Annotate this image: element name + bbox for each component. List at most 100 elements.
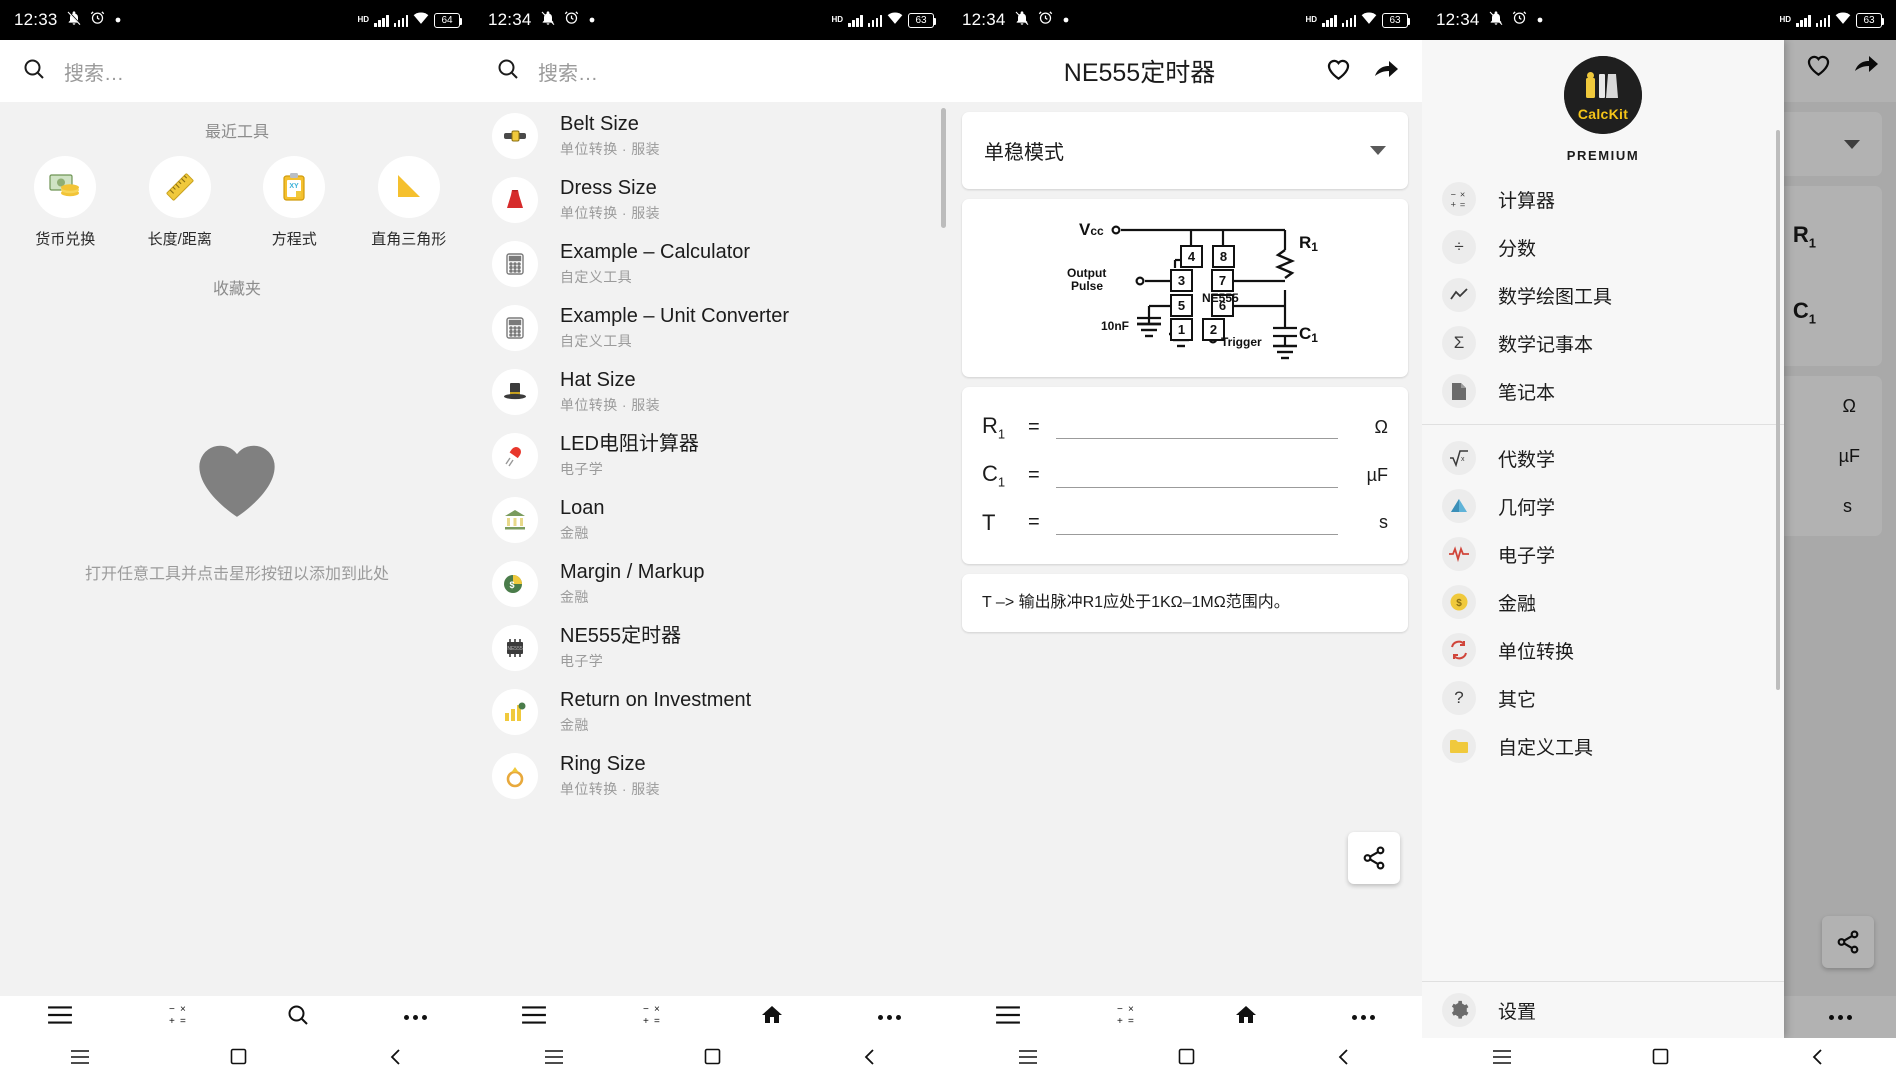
recents-icon[interactable] (544, 1049, 564, 1070)
drawer-item-algebra[interactable]: x 代数学 (1422, 434, 1784, 482)
menu-icon[interactable] (521, 1005, 547, 1030)
drawer-item-label: 电子学 (1498, 545, 1556, 567)
list-item[interactable]: Belt Size 单位转换 · 服装 (474, 104, 948, 168)
drawer-item-label: 数学绘图工具 (1498, 286, 1613, 308)
recent-tool-item[interactable]: XY 方程式 (240, 156, 348, 249)
drawer-item-calculator[interactable]: − × + = 计算器 (1422, 175, 1784, 223)
pin-label-8: 8 (1220, 249, 1227, 264)
share-icon[interactable] (1374, 57, 1400, 86)
recents-icon[interactable] (1018, 1049, 1038, 1070)
recent-tool-item[interactable]: 长度/距离 (126, 156, 234, 249)
home-square-icon[interactable] (230, 1048, 247, 1070)
svg-text:×: × (1460, 189, 1465, 199)
recent-tool-label: 长度/距离 (147, 231, 212, 248)
list-item[interactable]: Example – Unit Converter 自定义工具 (474, 296, 948, 360)
list-item[interactable]: NE555 NE555定时器 电子学 (474, 616, 948, 680)
back-icon[interactable] (1336, 1048, 1352, 1071)
menu-icon[interactable] (47, 1005, 73, 1030)
more-icon[interactable] (1351, 1014, 1375, 1020)
system-nav-3 (948, 1038, 1422, 1080)
calc-ops-icon[interactable]: − × + = (641, 1003, 665, 1032)
favorite-heart-icon[interactable] (1325, 56, 1352, 86)
drawer-scrim[interactable] (1784, 40, 1896, 1038)
output-label-line2: Pulse (1071, 279, 1103, 293)
t-input[interactable] (1055, 511, 1338, 535)
recent-tools-label: 最近工具 (204, 124, 269, 141)
chip-icon: NE555 (492, 625, 538, 671)
list-item[interactable]: Example – Calculator 自定义工具 (474, 232, 948, 296)
recent-tool-item[interactable]: 直角三角形 (355, 156, 463, 249)
signal-bars-2-icon (1341, 14, 1356, 27)
search-bar-2[interactable]: 搜索… (474, 40, 948, 102)
bell-off-icon (1488, 10, 1504, 31)
back-icon[interactable] (388, 1048, 404, 1071)
pin-label-3: 3 (1178, 273, 1185, 288)
drawer-item-other[interactable]: ? 其它 (1422, 674, 1784, 722)
field-row-c1[interactable]: C1 = µF (962, 451, 1408, 499)
menu-icon[interactable] (995, 1005, 1021, 1030)
field-row-r1[interactable]: R1 = Ω (962, 403, 1408, 451)
chevron-down-icon (1370, 146, 1386, 155)
list-scrollbar[interactable] (941, 108, 946, 990)
search-input[interactable]: 搜索… (64, 57, 124, 86)
home-square-icon[interactable] (1178, 1048, 1195, 1070)
drawer-item-fractions[interactable]: ÷ 分数 (1422, 223, 1784, 271)
search-input[interactable]: 搜索… (538, 57, 598, 86)
status-bar-3: 12:34 HD 63 (948, 0, 1422, 40)
drawer-item-unit-conversion[interactable]: 单位转换 (1422, 626, 1784, 674)
back-icon[interactable] (862, 1048, 878, 1071)
list-item[interactable]: Return on Investment 金融 (474, 680, 948, 744)
drawer-item-settings[interactable]: 设置 (1422, 982, 1784, 1038)
tool-list[interactable]: Belt Size 单位转换 · 服装 Dress Size 单位转换 · 服装 (474, 102, 948, 996)
list-item[interactable]: Loan 金融 (474, 488, 948, 552)
svg-text:+: + (643, 1016, 649, 1027)
field-symbol-r1: R1 (982, 413, 1006, 442)
drawer-item-electronics[interactable]: 电子学 (1422, 530, 1784, 578)
home-icon[interactable] (1234, 1003, 1258, 1032)
graph-icon (1442, 278, 1476, 312)
svg-text:=: = (1460, 199, 1465, 209)
bell-off-icon (540, 10, 556, 31)
list-item[interactable]: Hat Size 单位转换 · 服装 (474, 360, 948, 424)
c1-input[interactable] (1055, 464, 1338, 488)
drawer-item-custom-tools[interactable]: 自定义工具 (1422, 722, 1784, 770)
list-item[interactable]: LED电阻计算器 电子学 (474, 424, 948, 488)
drawer-item-label: 数学记事本 (1498, 334, 1594, 356)
drawer-item-graphing[interactable]: 数学绘图工具 (1422, 271, 1784, 319)
drawer-item-geometry[interactable]: 几何学 (1422, 482, 1784, 530)
search-bar-1[interactable]: 搜索… (0, 40, 474, 102)
drawer-item-finance[interactable]: $ 金融 (1422, 578, 1784, 626)
recents-icon[interactable] (1492, 1049, 1512, 1070)
list-item[interactable]: Ring Size 单位转换 · 服装 (474, 744, 948, 808)
mode-dropdown[interactable]: 单稳模式 (962, 112, 1408, 189)
drawer-scrollbar[interactable] (1776, 130, 1780, 690)
status-time: 12:34 (1436, 10, 1480, 29)
calc-ops-icon[interactable]: − × + = (1115, 1003, 1139, 1032)
search-icon[interactable] (286, 1003, 310, 1032)
more-icon[interactable] (403, 1014, 427, 1020)
svg-text:x: x (1461, 456, 1465, 463)
panel-1-content: 最近工具 货币兑换 长度/距离 XY 方程式 直角三角形 收藏夹 打开任意工具并… (0, 102, 474, 996)
drawer-item-label: 金融 (1498, 593, 1537, 615)
share-fab-button[interactable] (1348, 832, 1400, 884)
wifi-icon (887, 10, 903, 30)
home-square-icon[interactable] (704, 1048, 721, 1070)
drawer-item-label: 分数 (1498, 238, 1537, 260)
recent-tools-grid: 货币兑换 长度/距离 XY 方程式 直角三角形 (0, 152, 474, 249)
field-row-t[interactable]: T = s (962, 500, 1408, 546)
drawer-item-math-notepad[interactable]: Σ 数学记事本 (1422, 319, 1784, 367)
more-icon[interactable] (877, 1014, 901, 1020)
calc-ops-icon[interactable]: − × + = (167, 1003, 191, 1032)
home-icon[interactable] (760, 1003, 784, 1032)
recent-tool-item[interactable]: 货币兑换 (11, 156, 119, 249)
drawer-menu: − × + = 计算器 ÷ 分数 数学绘图工具 Σ 数学记事本 笔记本 x 代数… (1422, 173, 1784, 981)
drawer-item-label: 其它 (1498, 689, 1537, 711)
home-square-icon[interactable] (1652, 1048, 1669, 1070)
phone-panel-1: 12:33 HD 64 搜索… 最近工具 货币兑换 长度/距离 XY 方程式 直… (0, 0, 474, 1080)
drawer-item-notebook[interactable]: 笔记本 (1422, 367, 1784, 415)
r1-input[interactable] (1055, 415, 1338, 440)
list-item[interactable]: $ Margin / Markup 金融 (474, 552, 948, 616)
list-item[interactable]: Dress Size 单位转换 · 服装 (474, 168, 948, 232)
recents-icon[interactable] (70, 1049, 90, 1070)
back-icon[interactable] (1810, 1048, 1826, 1071)
